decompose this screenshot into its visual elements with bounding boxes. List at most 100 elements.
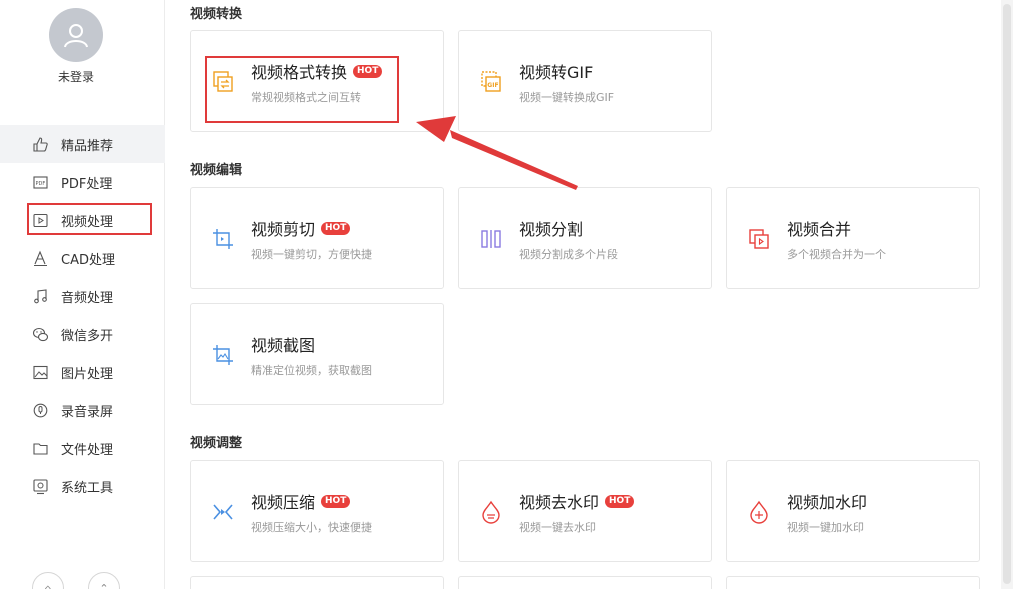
- card-video-split[interactable]: 视频分割 视频分割成多个片段: [458, 187, 712, 289]
- screenshot-icon: [211, 343, 235, 367]
- sidebar-bottom-buttons: ⌂ ⌃: [32, 572, 120, 589]
- merge-icon: [747, 227, 771, 251]
- scrollbar-thumb[interactable]: [1003, 4, 1011, 584]
- cad-icon: [32, 250, 49, 267]
- compress-icon: [211, 500, 235, 524]
- card-partial[interactable]: [458, 576, 712, 589]
- sidebar-item-system-tools[interactable]: 系统工具: [0, 467, 165, 505]
- section-title-video-edit: 视频编辑: [190, 163, 243, 178]
- home-button[interactable]: ⌂: [32, 572, 64, 589]
- card-title-text: 视频分割: [519, 220, 584, 239]
- sidebar-item-record[interactable]: 录音录屏: [0, 391, 165, 429]
- folder-icon: [32, 440, 49, 457]
- card-description: 视频一键剪切，方便快捷: [251, 248, 372, 261]
- sidebar-item-label: 视频处理: [61, 214, 114, 230]
- card-title-text: 视频合并: [787, 220, 852, 239]
- pdf-icon: PDF: [32, 174, 49, 191]
- sidebar-item-recommended[interactable]: 精品推荐: [0, 125, 165, 163]
- section-title-video-adjust: 视频调整: [190, 436, 243, 451]
- format-convert-icon: [211, 70, 235, 94]
- card-description: 常规视频格式之间互转: [251, 91, 361, 104]
- card-description: 精准定位视频，获取截图: [251, 364, 372, 377]
- sidebar-item-label: PDF处理: [61, 176, 113, 192]
- crop-icon: [211, 227, 235, 251]
- card-title-text: 视频加水印: [787, 493, 868, 512]
- card-title: 视频格式转换 HOT: [251, 59, 383, 83]
- card-partial[interactable]: [190, 576, 444, 589]
- split-icon: [479, 227, 503, 251]
- sidebar-item-wechat[interactable]: 微信多开: [0, 315, 165, 353]
- sidebar: 未登录 精品推荐 PDF PDF处理 视频处理 CAD处理 音频处理 微信多开 …: [0, 0, 165, 589]
- sidebar-item-label: 录音录屏: [61, 404, 114, 420]
- chevron-up-icon: ⌃: [99, 581, 109, 589]
- card-description: 视频一键加水印: [787, 521, 864, 534]
- sidebar-item-file[interactable]: 文件处理: [0, 429, 165, 467]
- sidebar-item-label: 系统工具: [61, 480, 114, 496]
- hot-badge: HOT: [605, 494, 635, 508]
- card-title-text: 视频截图: [251, 336, 316, 355]
- sidebar-item-cad[interactable]: CAD处理: [0, 239, 165, 277]
- sidebar-item-label: CAD处理: [61, 252, 115, 268]
- card-video-merge[interactable]: 视频合并 多个视频合并为一个: [726, 187, 980, 289]
- sidebar-item-video[interactable]: 视频处理: [0, 201, 165, 239]
- card-title-text: 视频剪切: [251, 220, 316, 239]
- card-description: 视频一键去水印: [519, 521, 596, 534]
- card-video-add-watermark[interactable]: 视频加水印 视频一键加水印: [726, 460, 980, 562]
- sidebar-item-audio[interactable]: 音频处理: [0, 277, 165, 315]
- card-video-cut[interactable]: 视频剪切 HOT 视频一键剪切，方便快捷: [190, 187, 444, 289]
- sidebar-item-label: 图片处理: [61, 366, 114, 382]
- video-icon: [32, 212, 49, 229]
- sidebar-item-label: 精品推荐: [61, 138, 114, 154]
- card-title: 视频转GIF: [519, 59, 593, 83]
- card-video-remove-watermark[interactable]: 视频去水印 HOT 视频一键去水印: [458, 460, 712, 562]
- card-title-text: 视频格式转换: [251, 63, 348, 82]
- up-button[interactable]: ⌃: [88, 572, 120, 589]
- card-video-to-gif[interactable]: GIF 视频转GIF 视频一键转换成GIF: [458, 30, 712, 132]
- app-window: 未登录 精品推荐 PDF PDF处理 视频处理 CAD处理 音频处理 微信多开 …: [0, 0, 1013, 589]
- card-video-format-convert[interactable]: 视频格式转换 HOT 常规视频格式之间互转: [190, 30, 444, 132]
- home-icon: ⌂: [44, 581, 52, 589]
- card-video-compress[interactable]: 视频压缩 HOT 视频压缩大小，快速便捷: [190, 460, 444, 562]
- system-tool-icon: [32, 478, 49, 495]
- svg-text:PDF: PDF: [36, 181, 46, 187]
- thumbs-up-icon: [32, 136, 49, 153]
- login-status[interactable]: 未登录: [0, 68, 152, 85]
- card-title: 视频截图: [251, 332, 315, 356]
- sidebar-item-label: 微信多开: [61, 328, 114, 344]
- remove-watermark-icon: [479, 500, 503, 524]
- sidebar-item-pdf[interactable]: PDF PDF处理: [0, 163, 165, 201]
- card-title: 视频合并: [787, 216, 851, 240]
- svg-text:GIF: GIF: [487, 82, 498, 89]
- avatar[interactable]: [49, 8, 103, 62]
- sidebar-item-label: 音频处理: [61, 290, 114, 306]
- card-title-text: 视频去水印: [519, 493, 600, 512]
- scrollbar[interactable]: [1001, 0, 1013, 589]
- card-title: 视频剪切 HOT: [251, 216, 351, 240]
- card-partial[interactable]: [726, 576, 980, 589]
- image-icon: [32, 364, 49, 381]
- sidebar-item-label: 文件处理: [61, 442, 114, 458]
- hot-badge: HOT: [321, 221, 351, 235]
- main-content: 视频转换 视频格式转换 HOT 常规视频格式之间互转 GIF 视频转GIF 视频…: [166, 0, 1001, 589]
- music-note-icon: [32, 288, 49, 305]
- gif-icon: GIF: [479, 70, 503, 94]
- hot-badge: HOT: [353, 64, 383, 78]
- card-title: 视频去水印 HOT: [519, 489, 635, 513]
- wechat-icon: [32, 326, 49, 343]
- sidebar-nav: 精品推荐 PDF PDF处理 视频处理 CAD处理 音频处理 微信多开 图片处理…: [0, 125, 165, 505]
- section-title-video-convert: 视频转换: [190, 7, 243, 22]
- card-video-screenshot[interactable]: 视频截图 精准定位视频，获取截图: [190, 303, 444, 405]
- card-title: 视频加水印: [787, 489, 867, 513]
- card-title: 视频分割: [519, 216, 583, 240]
- user-icon: [64, 24, 88, 48]
- card-description: 多个视频合并为一个: [787, 248, 886, 261]
- card-title: 视频压缩 HOT: [251, 489, 351, 513]
- card-title-text: 视频压缩: [251, 493, 316, 512]
- card-title-text: 视频转GIF: [519, 63, 594, 82]
- sidebar-item-image[interactable]: 图片处理: [0, 353, 165, 391]
- card-description: 视频压缩大小，快速便捷: [251, 521, 372, 534]
- add-watermark-icon: [747, 500, 771, 524]
- card-description: 视频分割成多个片段: [519, 248, 618, 261]
- record-icon: [32, 402, 49, 419]
- card-description: 视频一键转换成GIF: [519, 91, 615, 104]
